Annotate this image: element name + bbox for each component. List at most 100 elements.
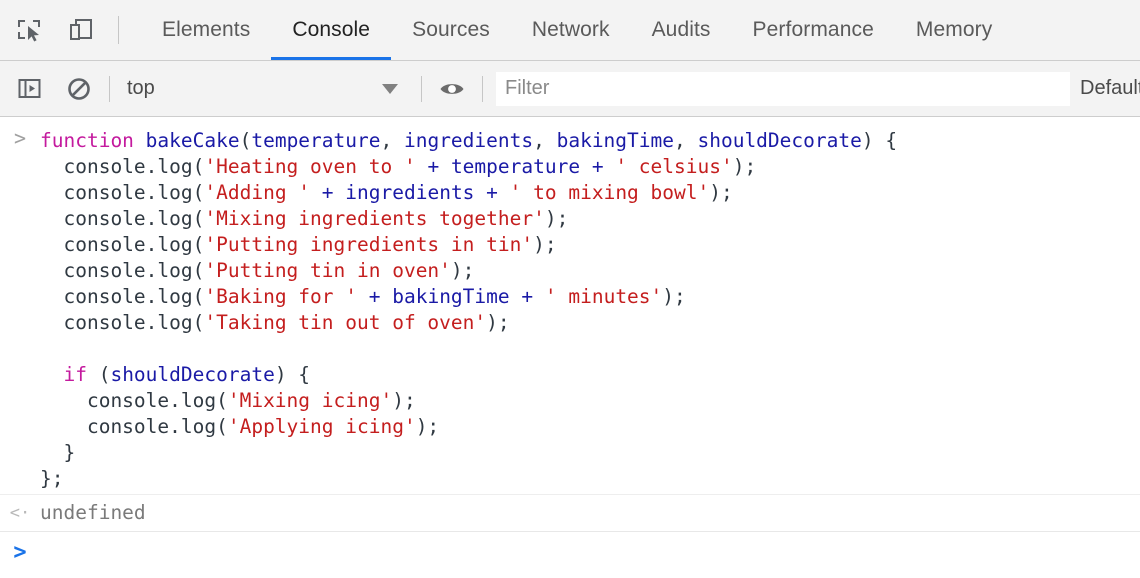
tab-audits[interactable]: Audits [631, 0, 732, 60]
code-token: 'Heating oven to ' [204, 155, 416, 178]
return-value-arrow-icon: <· [9, 502, 31, 523]
tab-label: Audits [651, 18, 711, 41]
tab-label: Elements [162, 18, 251, 41]
tab-network[interactable]: Network [511, 0, 631, 60]
tab-label: Network [531, 18, 610, 41]
code-token: ) { [861, 129, 898, 152]
code-token: console.log( [40, 155, 205, 178]
tab-label: Sources [412, 18, 490, 41]
code-token: 'Mixing ingredients together' [204, 207, 545, 230]
tab-label: Performance [752, 18, 874, 41]
code-token: temperature [450, 155, 581, 178]
execution-context-selector[interactable]: top [123, 72, 408, 106]
code-token: function [40, 129, 146, 152]
code-token: shouldDecorate [110, 363, 275, 386]
prompt-chevron-icon: > [13, 540, 27, 565]
code-token: bakingTime [392, 285, 510, 308]
code-token: + [580, 155, 616, 178]
tab-sources[interactable]: Sources [391, 0, 511, 60]
code-token: console.log( [40, 389, 228, 412]
clear-console-icon[interactable] [62, 72, 96, 106]
tab-label: Memory [915, 18, 993, 41]
tab-performance[interactable]: Performance [732, 0, 895, 60]
code-line: console.log('Mixing icing'); [40, 388, 897, 414]
code-line: console.log('Putting tin in oven'); [40, 258, 897, 284]
console-result-value: undefined [40, 501, 146, 524]
prompt-gutter: > [0, 540, 40, 564]
code-token: + [415, 155, 451, 178]
code-token: bakeCake [145, 129, 240, 152]
console-prompt-row[interactable]: > [0, 532, 1140, 572]
toolbar-divider-2 [421, 75, 422, 102]
code-token: if [63, 363, 87, 386]
code-token: ); [486, 311, 510, 334]
code-token: console.log( [40, 181, 205, 204]
code-token: ( [239, 129, 252, 152]
code-line: console.log('Applying icing'); [40, 414, 897, 440]
code-token: ' minutes' [544, 285, 663, 308]
execution-context-value: top [127, 77, 155, 99]
code-token: } [40, 441, 76, 464]
devtools-tabbar: Elements Console Sources Network Audits … [0, 0, 1140, 61]
code-token: ); [392, 389, 416, 412]
chevron-down-icon [382, 83, 398, 94]
tab-elements[interactable]: Elements [141, 0, 271, 60]
tab-memory[interactable]: Memory [895, 0, 1013, 60]
live-expression-eye-icon[interactable] [435, 72, 469, 106]
code-token: console.log( [40, 415, 228, 438]
code-token: ); [450, 259, 475, 282]
code-line: function bakeCake(temperature, ingredien… [40, 128, 897, 154]
code-token: 'Adding ' [204, 181, 311, 204]
code-line: } [40, 440, 897, 466]
code-token: ); [544, 207, 569, 230]
panel-tab-list: Elements Console Sources Network Audits … [141, 0, 1013, 60]
device-toolbar-icon[interactable] [66, 15, 96, 45]
console-message-list: > function bakeCake(temperature, ingredi… [0, 117, 1140, 578]
console-input-message: > function bakeCake(temperature, ingredi… [0, 117, 1140, 494]
code-token: console.log( [40, 207, 205, 230]
input-chevron-icon: > [13, 126, 27, 150]
code-token: ) { [274, 363, 311, 386]
code-token: ingredients [403, 129, 534, 152]
code-line: console.log('Heating oven to ' + tempera… [40, 154, 897, 180]
code-token: 'Baking for ' [204, 285, 357, 308]
code-token: 'Putting ingredients in tin' [204, 233, 534, 256]
code-line: }; [40, 466, 897, 492]
code-token: , [380, 129, 404, 152]
code-line: console.log('Mixing ingredients together… [40, 206, 897, 232]
input-gutter: > [0, 126, 40, 148]
inspect-element-icon[interactable] [14, 15, 44, 45]
console-result-message: <· undefined [0, 494, 1140, 532]
code-line: if (shouldDecorate) { [40, 362, 897, 388]
toolbar-divider-3 [482, 75, 483, 102]
log-level-selector[interactable]: Default [1080, 77, 1140, 100]
code-token: ingredients [345, 181, 475, 204]
code-token: ); [533, 233, 557, 256]
code-line: console.log('Taking tin out of oven'); [40, 310, 897, 336]
code-token: ' to mixing bowl' [509, 181, 710, 204]
toolbar-divider [109, 75, 110, 102]
code-token: , [533, 129, 557, 152]
console-filter-toolbar: top Default [0, 61, 1140, 117]
code-token: console.log( [40, 311, 205, 334]
code-token: ( [86, 363, 111, 386]
search-input[interactable] [496, 71, 1070, 106]
code-token: ' celsius' [615, 155, 733, 178]
tab-console[interactable]: Console [271, 0, 391, 60]
code-token: console.log( [40, 259, 205, 282]
tabbar-divider [118, 16, 119, 44]
code-line: console.log('Adding ' + ingredients + ' … [40, 180, 897, 206]
code-token: 'Putting tin in oven' [204, 259, 451, 282]
code-token: ); [415, 415, 440, 438]
code-token: 'Taking tin out of oven' [204, 311, 487, 334]
code-token: + [357, 285, 393, 308]
code-token: + [474, 181, 510, 204]
code-token: ); [732, 155, 757, 178]
code-token: bakingTime [556, 129, 674, 152]
tabbar-icon-group [0, 0, 96, 60]
code-line: console.log('Baking for ' + bakingTime +… [40, 284, 897, 310]
code-token: ); [662, 285, 686, 308]
console-sidebar-icon[interactable] [12, 72, 46, 106]
